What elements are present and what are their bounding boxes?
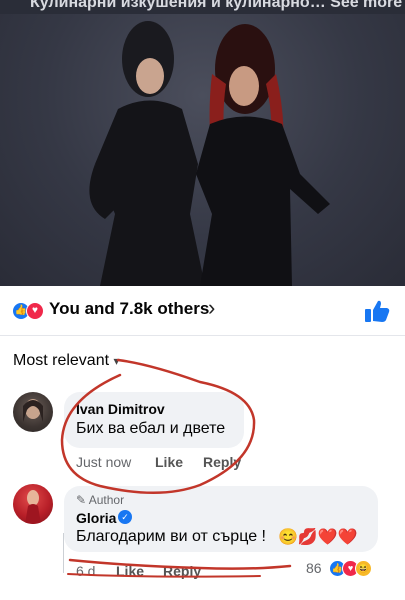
comment-emojis: 😊💋❤️❤️: [278, 527, 358, 547]
heart-emoji-icon: ❤️: [317, 529, 338, 546]
post-header-text: Кулинарни изкушения и кулинарно… See mor…: [30, 0, 403, 11]
pencil-icon: ✎: [76, 493, 87, 507]
reaction-summary[interactable]: You and 7.8k others: [49, 299, 209, 319]
comment-timestamp[interactable]: Just now: [76, 454, 131, 470]
avatar-portrait: [23, 399, 43, 422]
comment-reply-button[interactable]: Reply: [163, 563, 201, 579]
sort-label-text: Most relevant: [13, 352, 110, 369]
comment-text: Бих ва ебал и двете: [76, 420, 226, 437]
comment-like-button[interactable]: Like: [116, 563, 144, 579]
post-header-strip: Кулинарни изкушения и кулинарно… See mor…: [0, 0, 405, 14]
comment-reaction-count[interactable]: 86: [306, 560, 322, 576]
comment-author[interactable]: Gloria: [76, 510, 116, 526]
comment-text: Благодарим ви от сърце !: [76, 528, 266, 545]
chevron-down-icon: ▾: [113, 354, 120, 368]
thread-line: [63, 533, 64, 573]
avatar[interactable]: [13, 392, 53, 432]
comment-like-button[interactable]: Like: [155, 454, 183, 470]
haha-icon: 😆: [355, 560, 372, 577]
reaction-icons: 👍 ♥: [12, 302, 46, 320]
comment-sort-dropdown[interactable]: Most relevant ▾: [13, 352, 120, 370]
comment-timestamp[interactable]: 6 d: [76, 563, 95, 579]
author-tag: ✎ Author: [76, 493, 124, 507]
like-button-icon[interactable]: [364, 299, 390, 323]
author-tag-label: Author: [88, 493, 125, 507]
heart-emoji-icon: ❤️: [337, 529, 358, 546]
reactions-bar[interactable]: 👍 ♥ You and 7.8k others ›: [0, 287, 405, 336]
smile-emoji-icon: 😊: [278, 529, 298, 546]
kiss-emoji-icon: 💋: [297, 529, 318, 546]
chevron-right-icon[interactable]: ›: [208, 297, 215, 319]
verified-badge-icon: ✓: [118, 510, 132, 524]
love-icon: ♥: [26, 302, 44, 320]
comment-author[interactable]: Ivan Dimitrov: [76, 401, 165, 417]
avatar[interactable]: [13, 484, 53, 524]
avatar-portrait: [25, 490, 41, 524]
comment-reply-button[interactable]: Reply: [203, 454, 241, 470]
post-photo[interactable]: [0, 14, 405, 286]
photo-figures: [89, 21, 330, 286]
